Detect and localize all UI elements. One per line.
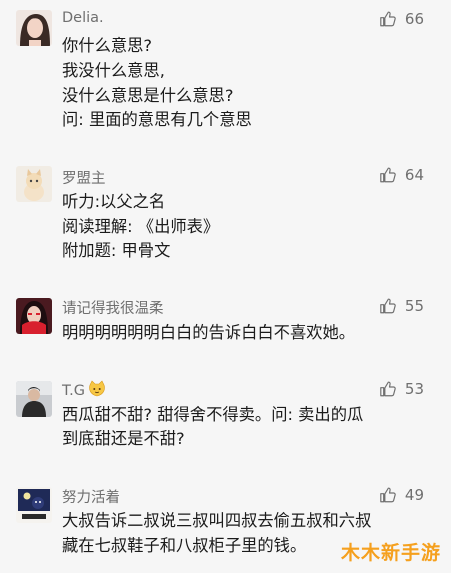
like-button[interactable]: 49: [379, 486, 424, 504]
watermark: 木木新手游: [340, 542, 441, 564]
avatar[interactable]: [16, 381, 52, 417]
cat-face-emoji-icon: [88, 380, 106, 402]
like-count: 55: [404, 297, 424, 315]
thumbs-up-icon: [379, 486, 397, 504]
avatar[interactable]: [16, 487, 52, 523]
like-count: 49: [404, 486, 424, 504]
like-button[interactable]: 64: [379, 166, 424, 184]
comment-text: 到底甜还是不甜?: [62, 429, 185, 448]
like-button[interactable]: 66: [379, 10, 424, 28]
comment-text: 大叔告诉二叔说三叔叫四叔去偷五叔和六叔: [62, 511, 372, 530]
comment-text: 你什么意思?: [62, 36, 153, 55]
comment-text: 没什么意思是什么意思?: [62, 86, 234, 105]
comment-text: 附加题: 甲骨文: [62, 241, 171, 260]
username[interactable]: 努力活着: [62, 486, 120, 507]
username[interactable]: 罗盟主: [62, 167, 106, 188]
avatar[interactable]: [16, 10, 52, 46]
username[interactable]: 请记得我很温柔: [62, 297, 164, 318]
like-button[interactable]: 55: [379, 297, 424, 315]
avatar[interactable]: [16, 298, 52, 334]
thumbs-up-icon: [379, 10, 397, 28]
comment-text: 明明明明明明白白的告诉白白不喜欢她。: [62, 323, 356, 342]
avatar[interactable]: [16, 166, 52, 202]
username[interactable]: T.G: [62, 380, 106, 402]
like-count: 66: [404, 10, 424, 28]
like-button[interactable]: 53: [379, 380, 424, 398]
username-text: T.G: [62, 383, 85, 399]
comment-text: 西瓜甜不甜? 甜得舍不得卖。问: 卖出的瓜: [62, 405, 364, 424]
comment-text: 问: 里面的意思有几个意思: [62, 110, 252, 129]
like-count: 53: [404, 380, 424, 398]
comment-text: 听力:以父之名: [62, 192, 166, 211]
thumbs-up-icon: [379, 380, 397, 398]
comment-text: 藏在七叔鞋子和八叔柜子里的钱。: [62, 536, 307, 555]
comment-text: 阅读理解: 《出师表》: [62, 217, 220, 236]
thumbs-up-icon: [379, 297, 397, 315]
like-count: 64: [404, 166, 424, 184]
thumbs-up-icon: [379, 166, 397, 184]
username[interactable]: Delia.: [62, 10, 104, 26]
comment-text: 我没什么意思,: [62, 61, 165, 80]
